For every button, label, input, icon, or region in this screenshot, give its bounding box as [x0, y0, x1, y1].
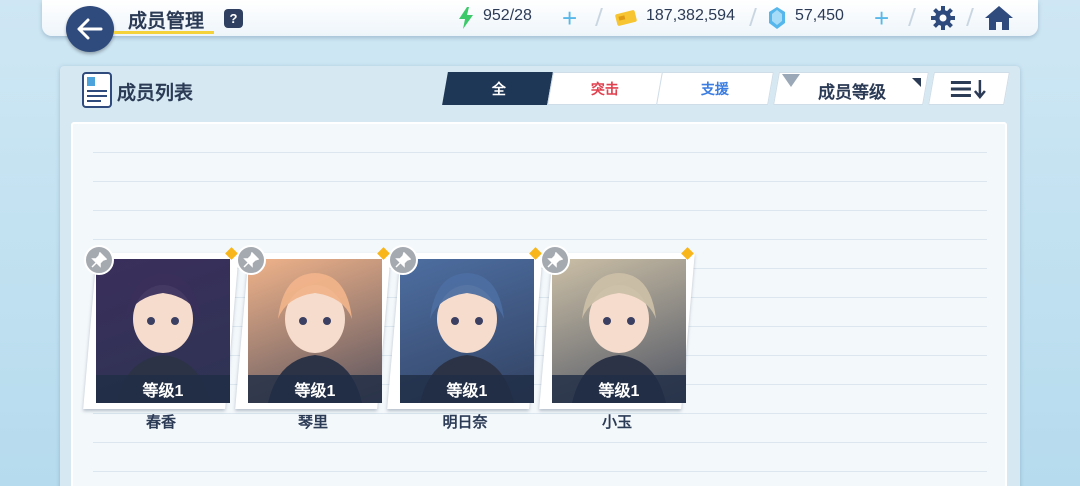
back-button[interactable]	[66, 6, 114, 52]
pin-button[interactable]	[540, 245, 570, 275]
dropdown-corner-icon	[912, 78, 921, 87]
tab-striker-label: 突击	[591, 80, 619, 97]
gem-icon	[769, 7, 785, 29]
level-label: 等级1	[248, 375, 382, 403]
back-arrow-icon	[77, 18, 103, 40]
student-name: 琴里	[297, 414, 328, 431]
pin-button[interactable]	[236, 245, 266, 275]
pin-icon	[395, 252, 411, 268]
credit-icon	[615, 10, 637, 26]
sort-descending-icon	[951, 79, 986, 99]
tab-all[interactable]: 全	[442, 72, 556, 105]
home-icon[interactable]	[984, 5, 1014, 31]
ap-add-button[interactable]: +	[562, 4, 577, 32]
gem-value: 57,450	[795, 7, 844, 24]
credit-value: 187,382,594	[646, 7, 735, 24]
ap-value: 952/28	[483, 7, 532, 24]
level-label: 等级1	[96, 375, 230, 403]
tab-support[interactable]: 支援	[656, 72, 774, 105]
gear-icon[interactable]	[930, 5, 956, 31]
pin-icon	[91, 252, 107, 268]
title-underline	[114, 31, 214, 34]
pin-icon	[547, 252, 563, 268]
pin-button[interactable]	[84, 245, 114, 275]
level-label: 等级1	[400, 375, 534, 403]
sort-label: 成员等级	[818, 83, 886, 102]
level-label: 等级1	[552, 375, 686, 403]
filter-icon	[782, 74, 800, 87]
sort-order-button[interactable]	[928, 72, 1010, 105]
help-button[interactable]: ?	[224, 9, 243, 28]
tab-all-label: 全	[492, 80, 506, 97]
student-name: 小玉	[601, 414, 632, 431]
student-name: 春香	[145, 414, 176, 431]
member-list-icon	[82, 72, 112, 108]
page-title: 成员管理	[128, 11, 205, 32]
student-name: 明日奈	[442, 414, 488, 431]
tab-striker[interactable]: 突击	[547, 72, 663, 105]
gem-add-button[interactable]: +	[874, 4, 889, 32]
pin-icon	[243, 252, 259, 268]
ap-lightning-icon	[459, 7, 473, 29]
pin-button[interactable]	[388, 245, 418, 275]
panel-title: 成员列表	[117, 83, 194, 104]
tab-support-label: 支援	[701, 80, 729, 97]
